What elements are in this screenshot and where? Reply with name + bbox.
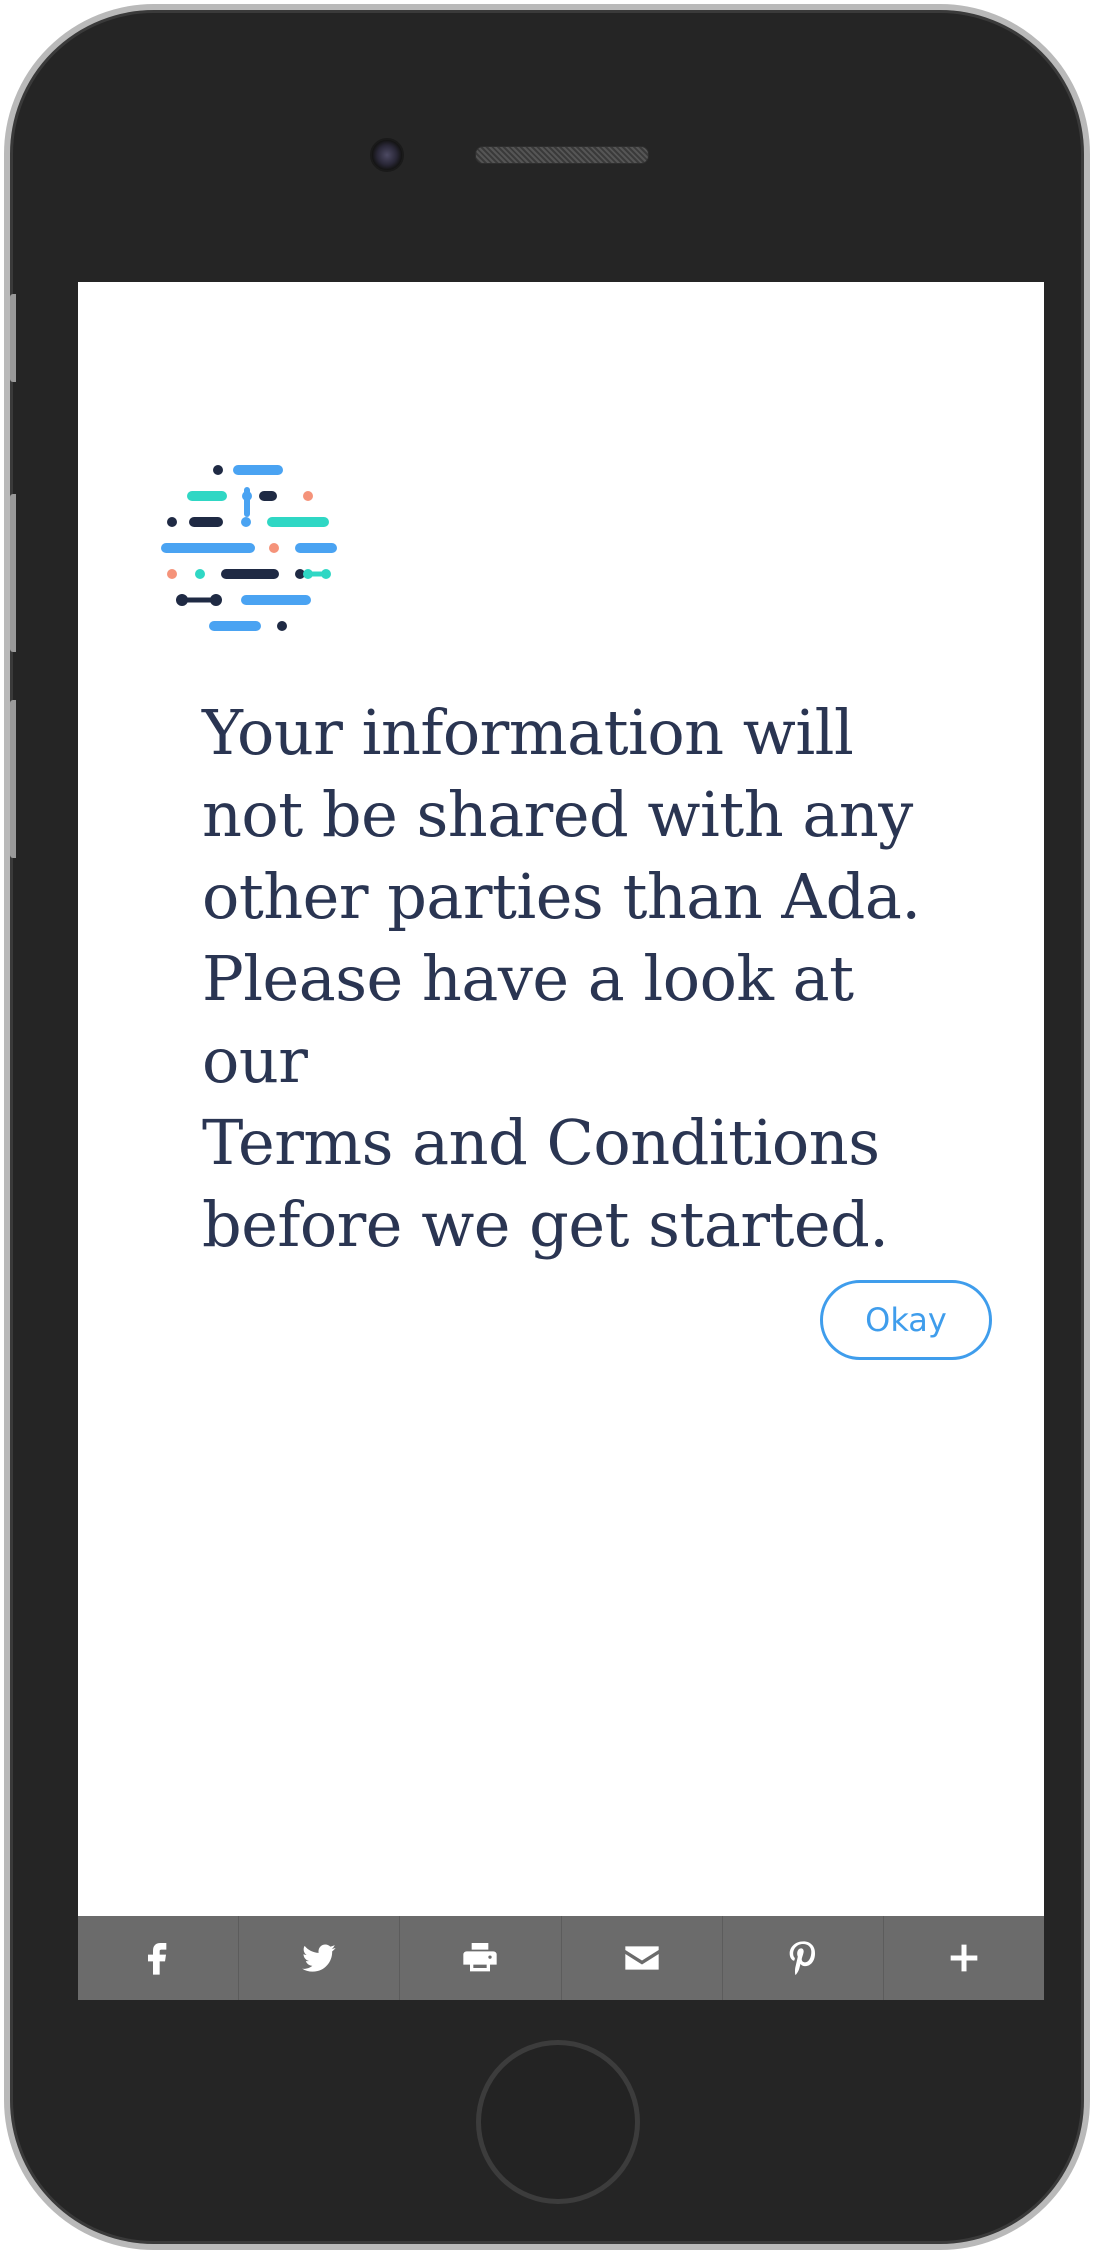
share-bar [78,1916,1044,2000]
earpiece-speaker [475,146,649,164]
phone-frame: Your information will not be shared with… [4,4,1090,2250]
facebook-icon [148,1943,167,1975]
message-line: other parties than Ada. [202,860,921,933]
terms-message: Your information will not be shared with… [202,692,962,1266]
message-line: before we get started. [202,1188,889,1261]
share-email-button[interactable] [562,1916,723,2000]
share-twitter-button[interactable] [239,1916,401,2000]
email-icon [624,1946,659,1970]
ada-logo [161,465,337,631]
plus-icon [950,1944,978,1972]
message-line: Please have a look at our [202,942,854,1097]
share-pinterest-button[interactable] [723,1916,884,2000]
message-line: Terms and Conditions [202,1106,880,1179]
volume-up-button [10,494,16,652]
share-facebook-button[interactable] [78,1916,240,2000]
mute-switch [10,294,16,382]
okay-button[interactable]: Okay [820,1280,992,1360]
front-camera [370,138,404,172]
volume-down-button [10,700,16,858]
share-more-button[interactable] [884,1916,1044,2000]
share-print-button[interactable] [400,1916,562,2000]
message-line: not be shared with any [202,778,913,851]
phone-screen: Your information will not be shared with… [78,282,1044,2000]
home-button[interactable] [476,2040,640,2204]
print-icon [463,1943,498,1972]
message-line: Your information will [202,696,854,769]
pinterest-icon [789,1941,815,1975]
twitter-icon [302,1944,336,1972]
